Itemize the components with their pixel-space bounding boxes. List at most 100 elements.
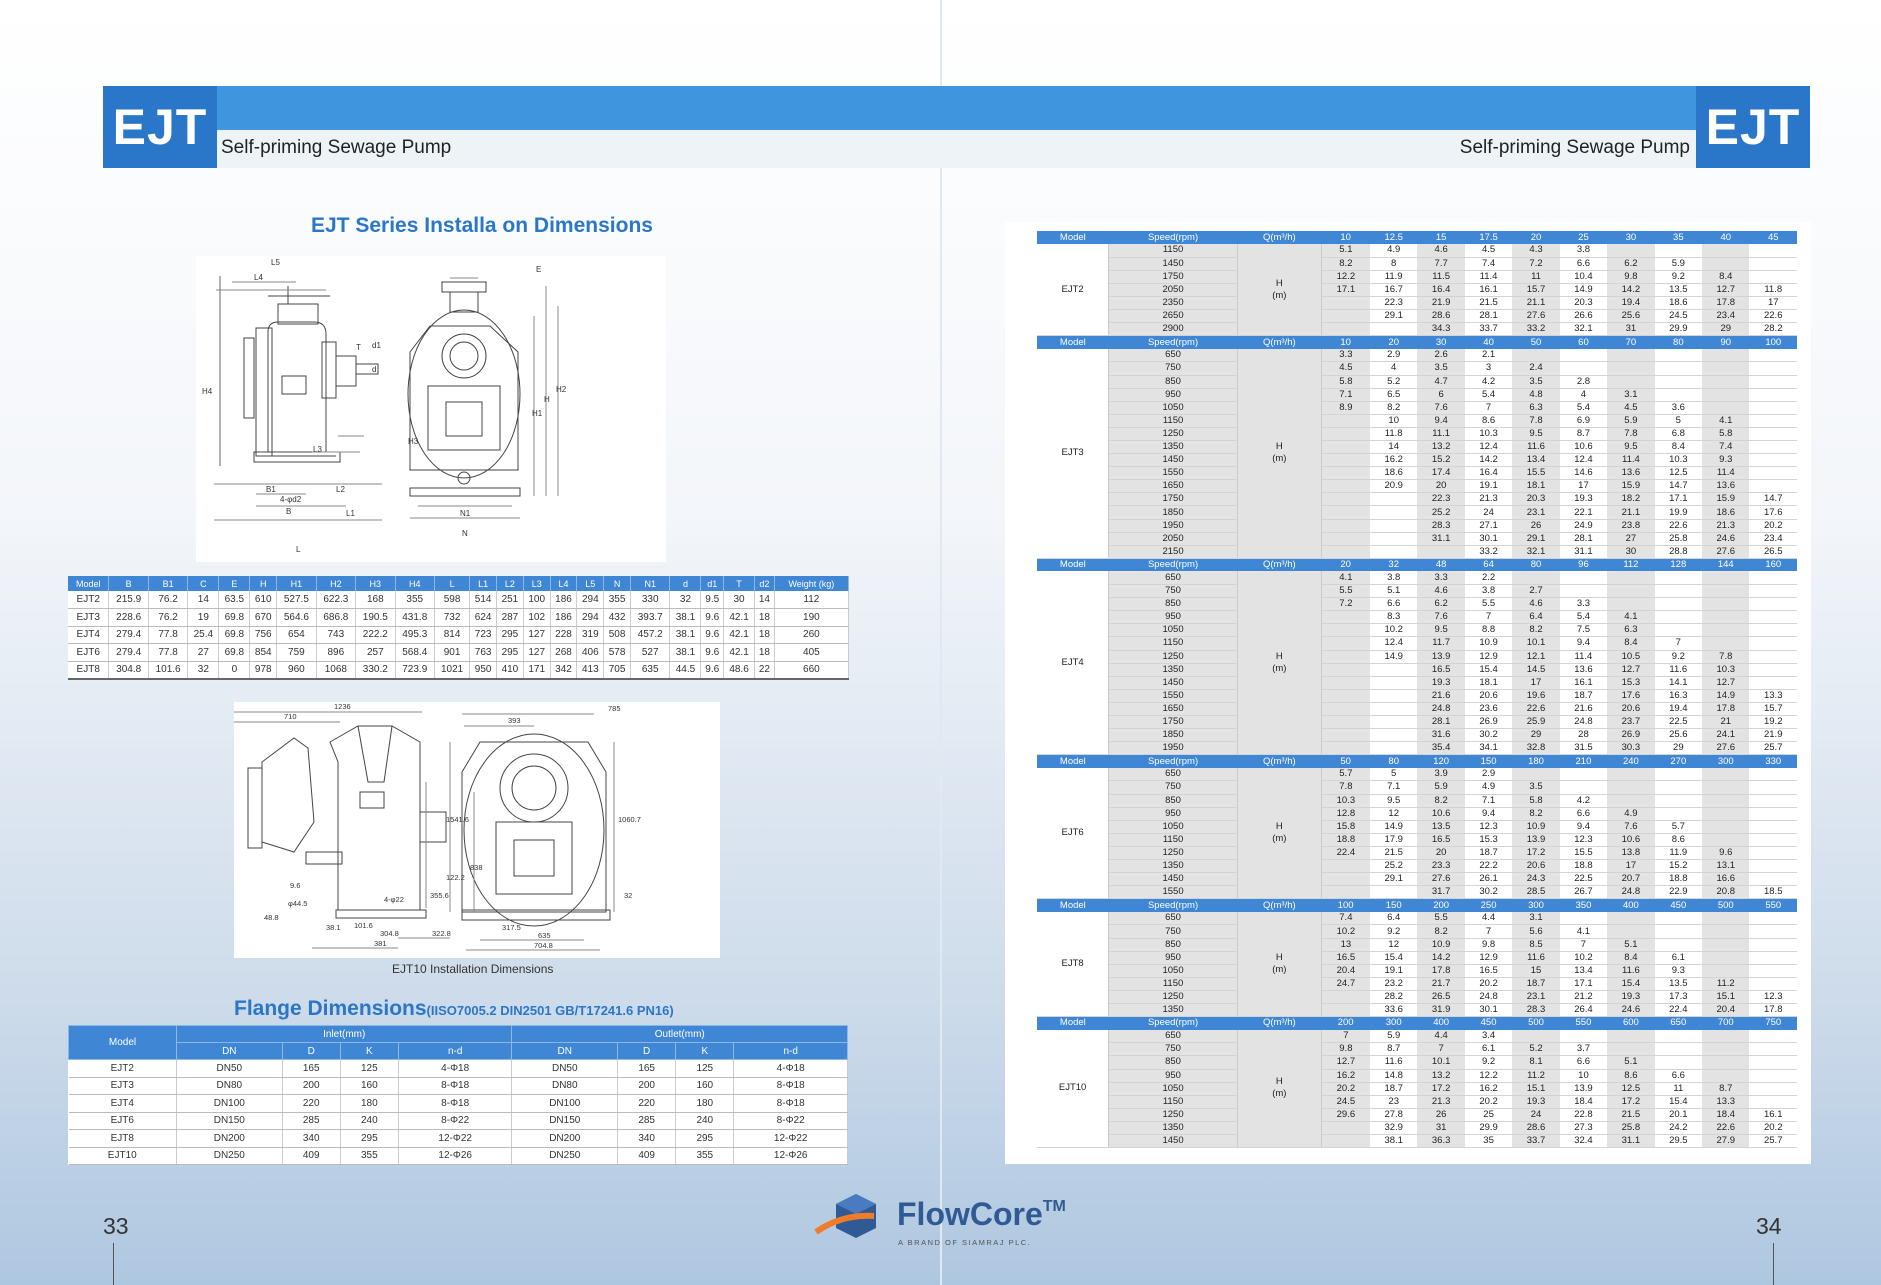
perf-speed-cell: 2050 [1108,283,1238,297]
perf-value-cell: 3.7 [1559,1042,1608,1057]
perf-value-cell: 3.1 [1512,911,1560,926]
perf-value-cell [1749,807,1797,821]
perf-value-cell: 3.3 [1559,597,1608,612]
flange-row: EJT2 DN50 165 125 4-Φ18 DN50 165 125 4-Φ18 [68,1059,848,1078]
dim-header-cell: L [434,576,471,591]
dim-header-cell: d2 [754,576,775,591]
perf-value-cell: 24.7 [1321,977,1370,991]
perf-value-cell: 21.2 [1559,990,1608,1005]
perf-row: 1850 25.2 24 23.1 22.1 21.1 19.9 18.6 17.6 [1037,505,1797,520]
dim-cell: 431.8 [395,608,435,627]
dim-cell: 514 [469,591,498,610]
perf-speed-cell: 850 [1108,938,1238,952]
dim-cell: 76.2 [148,608,189,627]
perf-row: 850 12.7 11.6 10.1 9.2 8.1 6.6 5.1 [1037,1055,1797,1070]
perf-value-cell [1369,505,1418,520]
perf-value-cell: 18.6 [1702,505,1750,520]
perf-header-row: Model Speed(rpm) Q(m³/h) 20 32 48 64 80 96 112 128… [1037,558,1797,572]
perf-value-cell: 4.6 [1417,244,1465,258]
perf-value-cell: 9.2 [1369,924,1418,939]
perf-value-cell: 23.1 [1512,505,1560,520]
dim-cell: 77.8 [148,626,189,645]
perf-value-cell: 6.6 [1559,257,1608,271]
perf-value-cell: 18.7 [1369,1082,1418,1096]
dim-header-cell: L4 [550,576,578,591]
perf-value-cell: 6.1 [1654,951,1703,965]
flange-cell: 295 [340,1129,399,1148]
perf-value-cell [1749,859,1797,874]
perf-value-cell: 18.5 [1749,885,1797,900]
perf-value-cell: 9.5 [1417,623,1465,638]
perf-value-cell: 21.3 [1464,492,1513,507]
perf-value-cell: 22.4 [1654,1003,1703,1018]
perf-value-cell: 7.4 [1321,911,1370,926]
perf-value-cell: 3.6 [1654,401,1703,415]
dim-cell: 1068 [316,661,357,680]
perf-value-cell: 27.8 [1369,1108,1418,1122]
perf-value-cell: 6.5 [1369,388,1418,402]
perf-value-cell: 9.5 [1607,440,1655,455]
flange-cell: DN200 [176,1129,283,1148]
perf-value-cell: 8.2 [1321,257,1370,271]
perf-value-cell: 28.2 [1749,322,1797,337]
perf-value-cell [1321,492,1370,507]
perf-value-cell [1749,270,1797,284]
perf-speed-cell: 2150 [1108,545,1238,559]
perf-header-flow: 300 [1369,1016,1418,1030]
perf-value-cell: 9.6 [1702,846,1750,861]
perf-value-cell: 20.6 [1464,689,1513,703]
dim-cell: 14 [187,591,220,610]
perf-value-cell [1607,375,1655,389]
flange-row: EJT8 DN200 340 295 12-Φ22 DN200 340 295 12-Φ22 [68,1129,848,1148]
perf-value-cell: 6.2 [1607,257,1655,271]
flange-subheader: n-d [733,1042,848,1060]
perf-value-cell: 5.8 [1512,794,1560,808]
perf-value-cell: 7.6 [1417,610,1465,625]
perf-speed-cell: 650 [1108,767,1238,782]
perf-value-cell: 35 [1464,1134,1513,1149]
perf-value-cell: 11.6 [1654,663,1703,677]
perf-value-cell: 26.5 [1417,990,1465,1005]
flange-cell: 165 [617,1059,677,1078]
perf-value-cell [1749,846,1797,861]
perf-value-cell: 12.2 [1464,1069,1513,1083]
flange-cell: 8-Φ18 [398,1094,513,1113]
svg-text:H2: H2 [556,385,567,394]
flange-cell: 180 [675,1094,735,1113]
perf-value-cell [1607,924,1655,939]
flange-cell: 220 [617,1094,677,1113]
perf-value-cell: 13 [1321,938,1370,952]
perf-value-cell: 12.7 [1702,283,1750,297]
perf-value-cell [1749,348,1797,363]
perf-value-cell: 12 [1369,807,1418,821]
perf-value-cell: 7.2 [1321,597,1370,612]
dim-cell: 610 [249,591,278,610]
perf-speed-cell: 1350 [1108,440,1238,455]
perf-value-cell [1607,1029,1655,1044]
perf-value-cell: 20.8 [1702,885,1750,900]
perf-value-cell [1321,532,1370,546]
header-band-right: EJT Self-priming Sewage Pump [941,86,1810,168]
perf-speed-cell: 750 [1108,584,1238,599]
flange-row: EJT6 DN150 285 240 8-Φ22 DN150 285 240 8-Φ22 [68,1112,848,1130]
perf-value-cell: 19.3 [1417,676,1465,690]
perf-value-cell: 28 [1559,728,1608,743]
flange-cell: EJT4 [68,1094,177,1113]
flange-cell: 355 [340,1147,399,1165]
perf-header-flow: 35 [1654,231,1703,245]
perf-value-cell [1749,780,1797,795]
dim-cell: 457.2 [630,626,671,645]
dim-cell: 743 [316,626,357,645]
perf-value-cell [1702,361,1750,376]
perf-header-flow: 50 [1512,335,1560,349]
perf-value-cell: 8.7 [1559,427,1608,442]
perf-value-cell: 3.5 [1512,375,1560,389]
perf-value-cell: 8.2 [1417,794,1465,808]
perf-value-cell: 4.1 [1607,610,1655,625]
dim-cell: 101.6 [148,661,189,680]
dim-header-cell: H3 [355,576,396,591]
perf-value-cell: 25.2 [1417,505,1465,520]
perf-model-cell: EJT3 [1037,348,1110,559]
flange-cell: DN250 [176,1147,283,1165]
perf-value-cell: 32.1 [1559,322,1608,337]
